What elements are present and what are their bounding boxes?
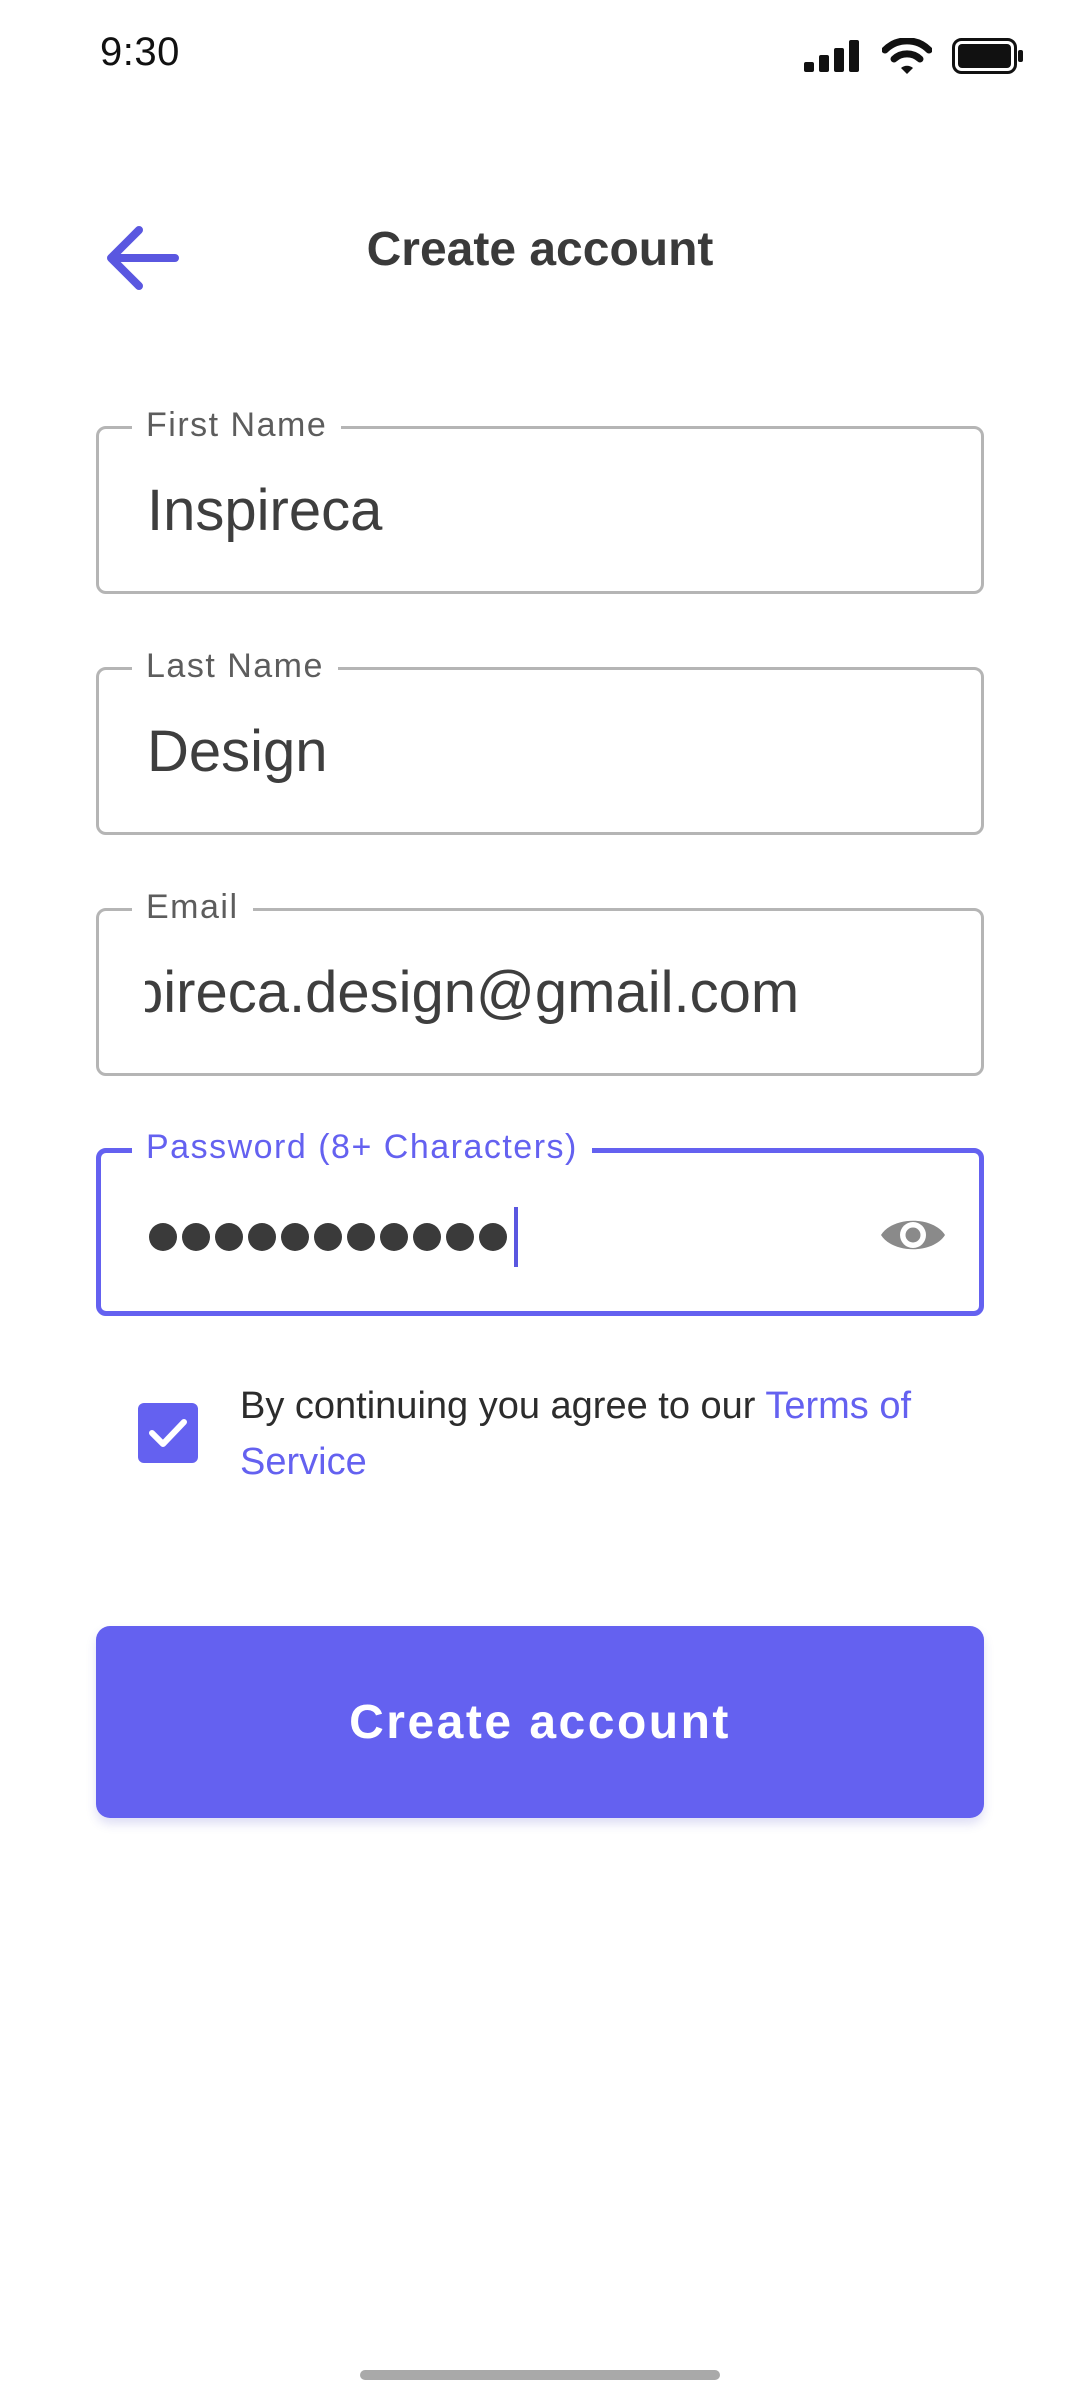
password-mask-dot <box>215 1223 243 1251</box>
terms-checkbox[interactable] <box>138 1403 198 1463</box>
home-indicator[interactable] <box>360 2370 720 2380</box>
password-mask-dot <box>182 1223 210 1251</box>
password-mask-dot <box>314 1223 342 1251</box>
first-name-value: Inspireca <box>147 478 383 543</box>
password-mask-dot <box>479 1223 507 1251</box>
password-mask-dot <box>248 1223 276 1251</box>
page-title: Create account <box>366 223 714 276</box>
status-icons <box>804 36 1024 76</box>
password-mask-dot <box>380 1223 408 1251</box>
eye-icon <box>881 1220 945 1250</box>
last-name-value: Design <box>147 719 328 784</box>
password-label: Password (8+ Characters) <box>132 1125 592 1169</box>
terms-prefix: By continuing you agree to our <box>240 1385 766 1427</box>
last-name-field[interactable]: Last Name Design <box>96 644 984 835</box>
first-name-field[interactable]: First Name Inspireca <box>96 403 984 594</box>
password-mask-dot <box>281 1223 309 1251</box>
status-time: 9:30 <box>100 30 180 74</box>
password-mask-dot <box>347 1223 375 1251</box>
create-account-button[interactable]: Create account <box>96 1626 984 1818</box>
password-masked-value <box>149 1203 518 1271</box>
toggle-password-visibility-button[interactable] <box>877 1205 949 1265</box>
email-value-wrapper: pireca.design@gmail.com <box>145 955 951 1031</box>
password-mask-dot <box>149 1223 177 1251</box>
email-field[interactable]: Email pireca.design@gmail.com <box>96 885 984 1076</box>
battery-icon <box>952 38 1023 74</box>
terms-text: By continuing you agree to our Terms of … <box>240 1378 960 1490</box>
create-account-screen: 9:30 Create account First Name Inspireca <box>0 0 1080 2400</box>
checkmark-icon <box>149 1419 187 1447</box>
email-label: Email <box>132 885 253 929</box>
last-name-label: Last Name <box>132 644 338 688</box>
password-mask-dot <box>446 1223 474 1251</box>
wifi-icon <box>882 38 932 74</box>
password-field[interactable]: Password (8+ Characters) <box>96 1125 984 1316</box>
first-name-label: First Name <box>132 403 342 447</box>
cellular-signal-icon <box>804 40 859 72</box>
password-mask-dot <box>413 1223 441 1251</box>
email-value: pireca.design@gmail.com <box>145 960 800 1025</box>
text-caret <box>514 1207 518 1267</box>
